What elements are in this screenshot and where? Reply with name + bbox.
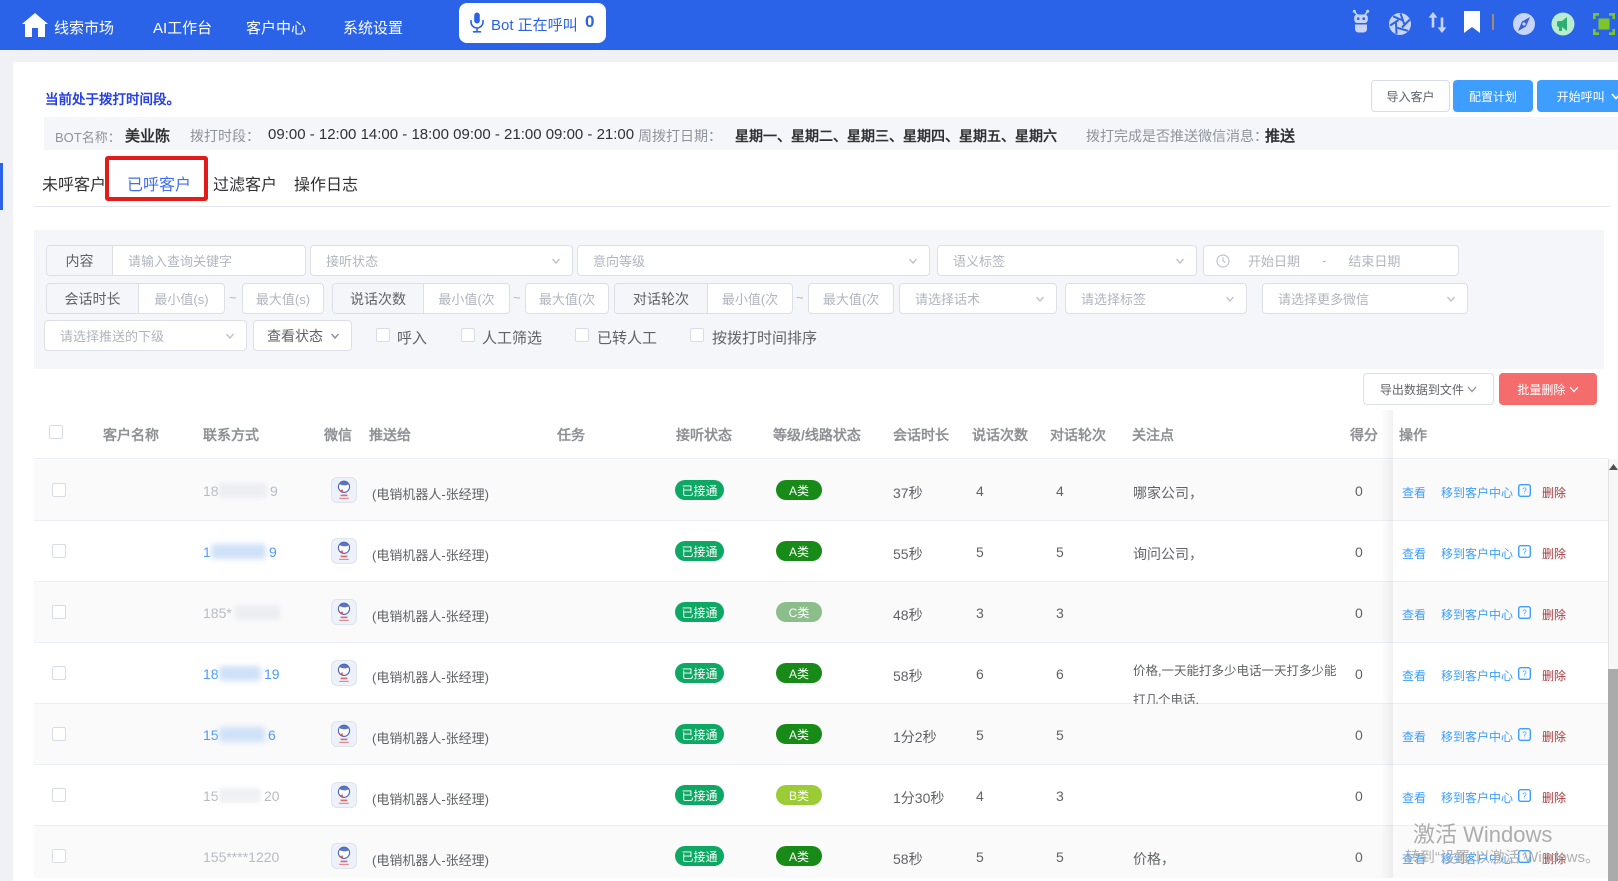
svg-text:?: ?: [1522, 731, 1527, 740]
svg-text:?: ?: [1522, 792, 1527, 801]
svg-text:?: ?: [1522, 487, 1527, 496]
svg-text:?: ?: [1522, 548, 1527, 557]
svg-text:?: ?: [1522, 609, 1527, 618]
svg-text:?: ?: [1522, 670, 1527, 679]
